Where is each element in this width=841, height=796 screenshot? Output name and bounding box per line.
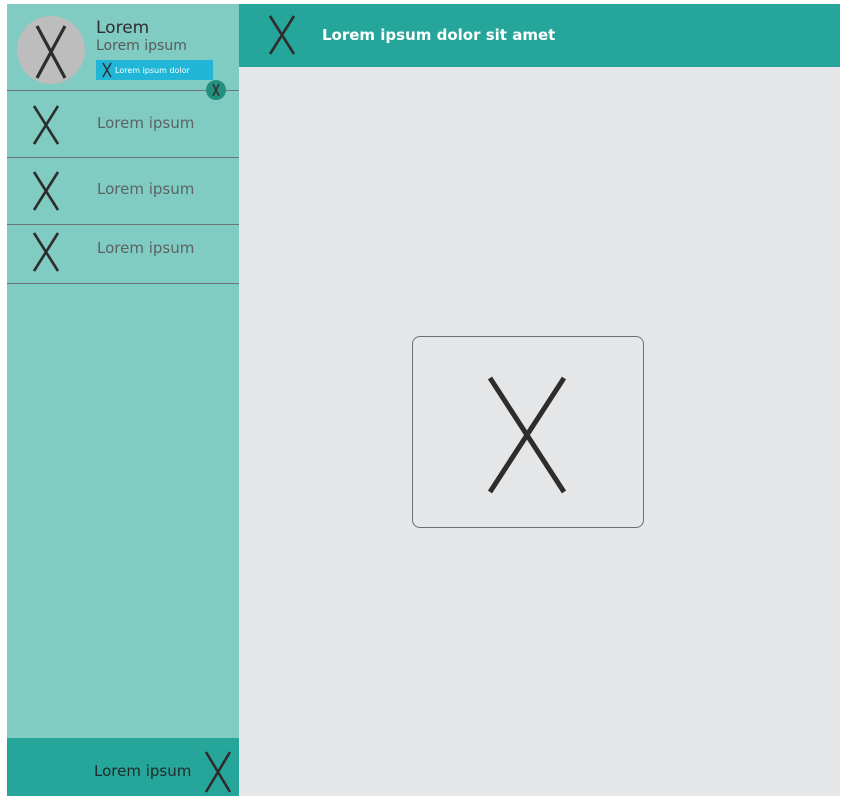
sidebar-item-label: Lorem ipsum [97, 239, 195, 257]
x-placeholder-icon [35, 25, 67, 79]
x-placeholder-icon [487, 376, 567, 494]
profile-name: Lorem [96, 18, 150, 38]
sidebar: Lorem Lorem ipsum Lorem ipsum dolor Lore… [7, 4, 239, 796]
status-dot[interactable] [206, 80, 226, 100]
x-placeholder-icon [212, 83, 220, 97]
x-placeholder-icon[interactable] [267, 14, 297, 56]
sidebar-item-3[interactable]: Lorem ipsum [7, 225, 239, 284]
profile-badge-label: Lorem ipsum dolor [115, 65, 190, 75]
app-frame: Lorem Lorem ipsum Lorem ipsum dolor Lore… [7, 4, 840, 796]
image-placeholder [412, 336, 644, 528]
avatar[interactable] [17, 16, 85, 84]
x-placeholder-icon [31, 170, 61, 212]
page-title: Lorem ipsum dolor sit amet [322, 26, 556, 44]
sidebar-footer-label: Lorem ipsum [94, 762, 192, 780]
profile-badge[interactable]: Lorem ipsum dolor [96, 60, 213, 80]
x-placeholder-icon [31, 104, 61, 146]
header-bar: Lorem ipsum dolor sit amet [239, 4, 840, 67]
sidebar-item-label: Lorem ipsum [97, 180, 195, 198]
x-placeholder-icon [31, 231, 61, 273]
x-placeholder-icon [203, 750, 233, 794]
sidebar-item-1[interactable]: Lorem ipsum [7, 91, 239, 158]
x-placeholder-icon [102, 62, 112, 78]
profile-subtitle: Lorem ipsum [96, 38, 187, 54]
sidebar-item-2[interactable]: Lorem ipsum [7, 158, 239, 225]
sidebar-item-label: Lorem ipsum [97, 114, 195, 132]
sidebar-footer-button[interactable]: Lorem ipsum [7, 738, 239, 796]
profile-panel: Lorem Lorem ipsum Lorem ipsum dolor [7, 4, 239, 91]
